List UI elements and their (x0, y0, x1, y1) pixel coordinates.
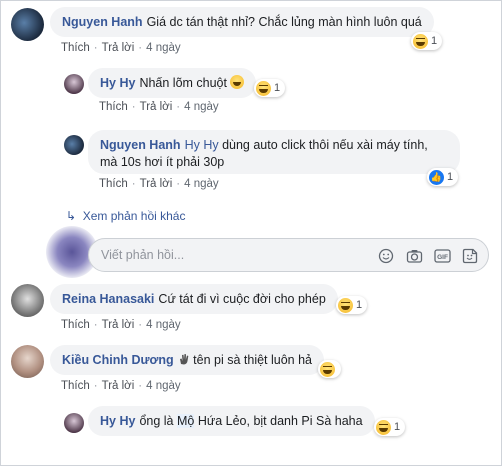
comment-actions: Thích · Trả lời · 4 ngày (99, 178, 219, 190)
comment-actions: Thích · Trả lời · 4 ngày (99, 101, 219, 113)
like-link[interactable]: Thích (99, 101, 128, 113)
like-icon: 👍 (429, 169, 444, 185)
reply-arrow-icon: ↳ (66, 209, 77, 223)
comment-time[interactable]: 4 ngày (184, 101, 219, 113)
reaction-count: 1 (431, 35, 438, 47)
avatar[interactable] (64, 413, 84, 433)
like-link[interactable]: Thích (61, 319, 90, 331)
avatar[interactable] (11, 8, 44, 41)
comment-time[interactable]: 4 ngày (146, 380, 181, 392)
comment-author[interactable]: Reina Hanasaki (62, 292, 154, 306)
haha-icon (320, 361, 335, 377)
reply-link[interactable]: Trả lời (102, 380, 135, 392)
reaction-count: 1 (447, 171, 454, 183)
reaction-badge[interactable] (318, 360, 341, 378)
haha-icon (376, 419, 391, 435)
reaction-count: 1 (356, 299, 363, 311)
comment-author[interactable]: Nguyen Hanh (62, 15, 143, 29)
comment-text-rest: Hứa Lẻo, bịt danh Pi Sà haha (194, 414, 363, 428)
reply-link[interactable]: Trả lời (140, 178, 173, 190)
comment-text: ổng là (139, 414, 177, 428)
comment-author[interactable]: Nguyen Hanh (100, 138, 181, 152)
comment-author[interactable]: Hy Hy (100, 414, 135, 428)
reaction-badge[interactable]: 1 (411, 32, 443, 50)
comment-text: Nhấn lõm chuột (139, 76, 227, 90)
like-link[interactable]: Thích (99, 178, 128, 190)
hand-emoji-icon (179, 354, 188, 365)
reply-link[interactable]: Trả lời (102, 319, 135, 331)
comment-time[interactable]: 4 ngày (184, 178, 219, 190)
comment-author[interactable]: Kiều Chinh Dương (62, 353, 174, 367)
comment-bubble: Kiều Chinh Dương tên pi sà thiệt luôn hả (50, 345, 325, 375)
more-replies-link[interactable]: ↳ Xem phản hồi khác (66, 209, 185, 223)
comment-text-line2: mà 10s hơi ít phải 30p (100, 155, 225, 169)
grin-emoji-icon (230, 75, 245, 89)
comment-bubble: Nguyen Hanh Hy Hy dùng auto click thôi nế… (88, 130, 460, 174)
haha-icon (256, 80, 271, 96)
avatar[interactable] (64, 135, 84, 155)
reply-link[interactable]: Trả lời (140, 101, 173, 113)
comment-bubble: Hy Hy ổng là Mộ Hứa Lẻo, bịt danh Pi Sà h… (88, 406, 375, 436)
reply-input[interactable] (101, 246, 351, 264)
camera-icon[interactable] (405, 247, 423, 265)
reaction-badge[interactable]: 1 (254, 79, 286, 97)
reaction-badge[interactable]: 1 (374, 418, 406, 436)
comment-time[interactable]: 4 ngày (146, 42, 181, 54)
comment-actions: Thích · Trả lời · 4 ngày (61, 319, 181, 331)
haha-icon (413, 33, 428, 49)
like-link[interactable]: Thích (61, 42, 90, 54)
reaction-badge[interactable]: 👍 1 (427, 168, 459, 186)
reply-input-box[interactable]: GIF (88, 238, 489, 272)
avatar[interactable] (11, 345, 44, 378)
comment-author[interactable]: Hy Hy (100, 76, 135, 90)
avatar[interactable] (64, 74, 84, 94)
reply-link[interactable]: Trả lời (102, 42, 135, 54)
comment-time[interactable]: 4 ngày (146, 319, 181, 331)
comment-bubble: Reina Hanasaki Cứ tát đi vì cuộc đời cho … (50, 284, 338, 314)
reaction-count: 1 (274, 82, 281, 94)
emoji-icon[interactable] (377, 247, 395, 265)
comment-text: dùng auto click thôi nếu xài máy tính, (222, 138, 428, 152)
mention-link[interactable]: Hy Hy (185, 138, 219, 152)
comment-bubble: Nguyen Hanh Giá dc tán thật nhỉ? Chắc lủn… (50, 7, 434, 37)
comment-text: tên pi sà thiệt luôn hả (193, 353, 313, 367)
like-link[interactable]: Thích (61, 380, 90, 392)
comment-actions: Thích · Trả lời · 4 ngày (61, 380, 181, 392)
gif-icon[interactable]: GIF (433, 247, 451, 265)
comment-bubble: Hy Hy Nhấn lõm chuột (88, 68, 257, 98)
reaction-badge[interactable]: 1 (336, 296, 368, 314)
sticker-icon[interactable] (461, 247, 479, 265)
highlighted-text: Mộ (176, 414, 195, 428)
reaction-count: 1 (394, 421, 401, 433)
avatar[interactable] (11, 284, 44, 317)
comment-text: Giá dc tán thật nhỉ? Chắc lủng màn hình … (146, 15, 422, 29)
svg-text:GIF: GIF (437, 254, 448, 261)
comment-text: Cứ tát đi vì cuộc đời cho phép (158, 292, 326, 306)
comment-actions: Thích · Trả lời · 4 ngày (61, 42, 181, 54)
haha-icon (338, 297, 353, 313)
